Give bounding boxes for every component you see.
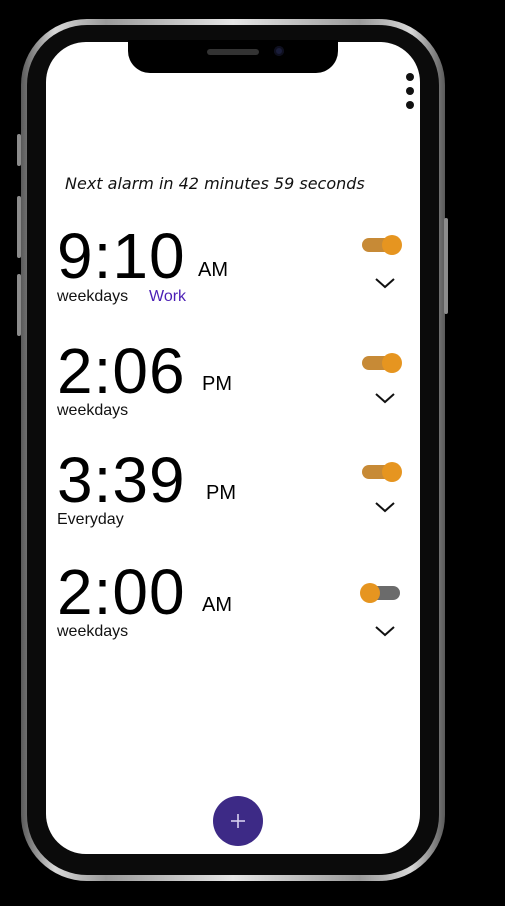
next-alarm-countdown: Next alarm in 42 minutes 59 seconds xyxy=(65,174,365,193)
alarm-item[interactable]: 9:10 AM weekdays Work xyxy=(46,220,420,320)
alarm-label: Work xyxy=(149,288,187,305)
toggle-thumb xyxy=(360,583,380,603)
alarm-time: 2:06 xyxy=(57,335,186,407)
alarm-time: 3:39 xyxy=(57,444,186,516)
toggle-thumb xyxy=(382,235,402,255)
alarm-toggle[interactable] xyxy=(360,462,402,482)
chevron-down-icon[interactable] xyxy=(374,623,396,637)
power-button xyxy=(444,218,448,314)
alarm-ampm: AM xyxy=(202,594,232,616)
chevron-down-icon[interactable] xyxy=(374,499,396,513)
alarm-time: 9:10 xyxy=(57,220,186,292)
alarm-item[interactable]: 3:39 PM Everyday xyxy=(46,444,420,544)
alarm-toggle[interactable] xyxy=(360,353,402,373)
alarm-ampm: PM xyxy=(202,373,232,395)
toggle-thumb xyxy=(382,353,402,373)
alarm-repeat: weekdays xyxy=(57,288,129,305)
menu-dot xyxy=(406,73,414,81)
menu-dot xyxy=(406,101,414,109)
volume-up-button xyxy=(17,196,21,258)
toggle-thumb xyxy=(382,462,402,482)
speaker-grille xyxy=(207,49,259,55)
alarm-time: 2:00 xyxy=(57,556,186,628)
plus-icon xyxy=(231,814,245,828)
alarm-repeat: weekdays xyxy=(57,623,129,640)
camera-icon xyxy=(274,46,284,56)
alarm-repeat: weekdays xyxy=(57,402,129,419)
more-options-button[interactable] xyxy=(402,70,418,114)
mute-switch xyxy=(17,134,21,166)
chevron-down-icon[interactable] xyxy=(374,390,396,404)
alarm-ampm: PM xyxy=(206,482,236,504)
volume-down-button xyxy=(17,274,21,336)
alarm-ampm: AM xyxy=(198,259,228,281)
alarm-item[interactable]: 2:00 AM weekdays xyxy=(46,556,420,656)
alarm-repeat: Everyday xyxy=(57,511,124,528)
alarm-item[interactable]: 2:06 PM weekdays xyxy=(46,335,420,435)
add-alarm-button[interactable] xyxy=(213,796,263,846)
alarm-toggle[interactable] xyxy=(360,583,402,603)
menu-dot xyxy=(406,87,414,95)
alarm-toggle[interactable] xyxy=(360,235,402,255)
phone-notch xyxy=(128,40,338,73)
app-screen: Next alarm in 42 minutes 59 seconds 9:10… xyxy=(46,42,420,854)
chevron-down-icon[interactable] xyxy=(374,275,396,289)
